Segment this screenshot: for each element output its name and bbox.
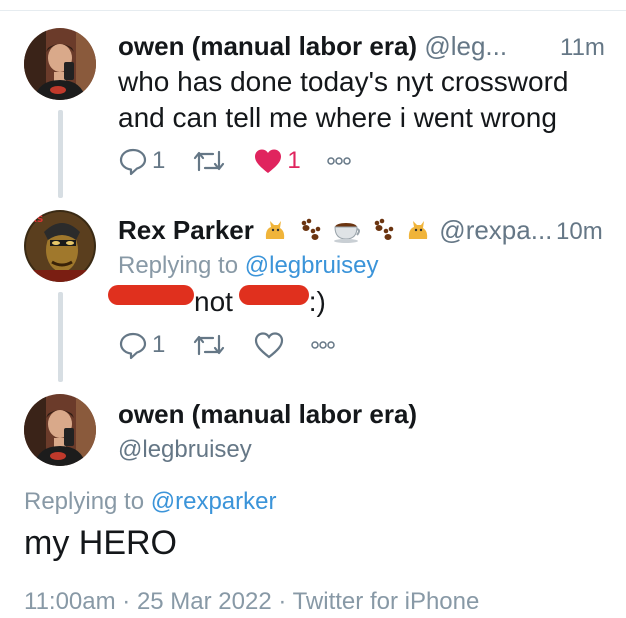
heart-icon xyxy=(255,149,282,173)
retweet-icon xyxy=(194,334,225,356)
like-count: 1 xyxy=(287,147,301,174)
cat-emoji-icon xyxy=(265,221,285,239)
tweet-2[interactable]: RS Rex Parker @rexpa... 10m Replying to … xyxy=(0,200,626,384)
replying-prefix: Replying to xyxy=(24,488,145,515)
tweet-text: not :) xyxy=(108,284,326,320)
name-emojis xyxy=(261,215,439,245)
reply-bubble-icon xyxy=(119,332,147,360)
reply-bubble-icon xyxy=(119,148,147,176)
tweet-actions: 1 1 xyxy=(118,146,377,176)
retweet-icon xyxy=(194,150,225,172)
handle[interactable]: @leg... xyxy=(424,31,507,61)
tweet-text: my HERO xyxy=(24,524,177,562)
reply-count: 1 xyxy=(152,147,166,174)
redaction-mark xyxy=(238,285,309,305)
replying-to: Replying to @rexparker xyxy=(24,488,276,516)
display-name[interactable]: owen (manual labor era) xyxy=(118,398,417,430)
tweet-text-line-1: who has done today's nyt crossword xyxy=(118,66,569,97)
tweet-text-mid: not xyxy=(194,286,233,317)
like-button[interactable] xyxy=(253,330,285,360)
handle[interactable]: @rexpa... xyxy=(439,215,552,245)
avatar[interactable] xyxy=(24,394,96,466)
tweet-actions: 1 xyxy=(118,330,361,360)
more-dots-icon xyxy=(326,157,351,165)
tweet-meta: 11:00am · 25 Mar 2022 · Twitter for iPho… xyxy=(24,588,480,615)
tweet-text: who has done today's nyt crossword and c… xyxy=(118,64,568,136)
heart-icon xyxy=(255,332,284,359)
avatar[interactable]: RS xyxy=(24,210,96,282)
tweet-text-end: :) xyxy=(308,286,326,317)
replying-to: Replying to @legbruisey xyxy=(118,252,379,280)
paw-prints-emoji-icon xyxy=(302,218,321,240)
display-name[interactable]: owen (manual labor era) xyxy=(118,31,417,61)
more-dots-icon xyxy=(311,341,336,349)
tweet-1[interactable]: owen (manual labor era) @leg... 11m who … xyxy=(0,0,626,200)
more-button[interactable] xyxy=(311,340,336,350)
svg-text:RS: RS xyxy=(30,215,43,225)
reply-count: 1 xyxy=(152,331,166,358)
avatar[interactable] xyxy=(24,28,96,100)
main-tweet: owen (manual labor era) @legbruisey Repl… xyxy=(0,384,626,618)
paw-prints-emoji-icon xyxy=(374,218,394,240)
replying-mention-link[interactable]: @legbruisey xyxy=(245,252,379,279)
tweet-header: Rex Parker @rexpa... xyxy=(118,214,552,246)
tweet-header: owen (manual labor era) @leg... xyxy=(118,30,507,62)
handle[interactable]: @legbruisey xyxy=(118,434,252,466)
coffee-emoji-icon xyxy=(333,223,360,243)
redaction-mark xyxy=(108,285,194,305)
thread-connector xyxy=(58,110,63,198)
tweet-text-line-2: and can tell me where i went wrong xyxy=(118,102,557,133)
timestamp[interactable]: 10m xyxy=(556,218,603,246)
cat-emoji-icon xyxy=(408,221,428,239)
timestamp[interactable]: 11m xyxy=(560,34,605,62)
display-name[interactable]: Rex Parker xyxy=(118,215,254,245)
reply-button[interactable]: 1 xyxy=(118,330,165,360)
thread-connector xyxy=(58,292,63,382)
replying-prefix: Replying to xyxy=(118,252,239,279)
retweet-button[interactable] xyxy=(191,330,227,360)
like-button[interactable]: 1 xyxy=(253,146,301,176)
retweet-button[interactable] xyxy=(191,146,227,176)
reply-button[interactable]: 1 xyxy=(118,146,165,176)
more-button[interactable] xyxy=(326,156,351,166)
replying-mention-link[interactable]: @rexparker xyxy=(151,488,277,515)
